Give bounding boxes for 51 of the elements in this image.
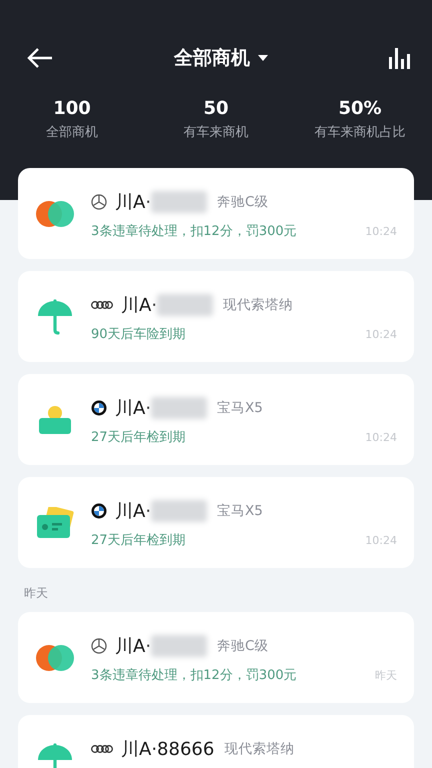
car-model: 奔驰C级	[217, 193, 268, 211]
plate-number: 川A·	[115, 191, 152, 214]
reminder-text: 3条违章待处理，扣12分，罚300元	[91, 223, 297, 240]
opportunity-card[interactable]: 川A· 奔驰C级 3条违章待处理，扣12分，罚300元 10:24	[18, 168, 414, 259]
plate-number: 川A·	[115, 500, 152, 523]
four-rings-icon	[91, 300, 113, 310]
back-button[interactable]	[26, 46, 54, 70]
stat-label: 全部商机	[46, 124, 98, 141]
title-dropdown[interactable]: 全部商机	[174, 45, 268, 71]
stat-value: 50	[203, 98, 229, 119]
opportunity-card[interactable]: 川A· 奔驰C级 3条违章待处理，扣12分，罚300元 昨天	[18, 612, 414, 703]
opportunity-card[interactable]: 川A· 宝马X5 27天后年检到期 10:24	[18, 477, 414, 568]
timestamp: 10:24	[365, 430, 397, 444]
plate-number: 川A·	[121, 294, 158, 317]
roundel-icon	[91, 503, 107, 519]
stamp-icon	[38, 404, 72, 434]
bar-chart-icon	[388, 47, 410, 69]
reminder-text: 27天后年检到期	[91, 429, 186, 446]
stat-value: 50%	[338, 98, 382, 119]
stat-value: 100	[53, 98, 91, 119]
timestamp: 10:24	[365, 534, 397, 546]
car-model: 宝马X5	[217, 502, 263, 520]
umbrella-icon	[36, 298, 72, 334]
id-card-icon	[36, 506, 74, 538]
opportunity-card[interactable]: 川A· 宝马X5 27天后年检到期 10:24	[18, 374, 414, 465]
stat-label: 有车来商机	[184, 124, 248, 141]
plate-number: 川A·	[115, 397, 152, 420]
roundel-icon	[91, 400, 107, 416]
timestamp: 10:24	[365, 224, 397, 238]
reminder-text: 3条违章待处理，扣12分，罚300元	[91, 667, 297, 684]
timestamp: 10:24	[365, 328, 397, 340]
section-label: 昨天	[24, 586, 48, 600]
car-model: 现代索塔纳	[223, 296, 294, 314]
overlapping-circles-icon	[36, 200, 74, 226]
plate-number: 川A·	[115, 635, 152, 658]
caret-icon	[258, 55, 268, 61]
opportunity-card[interactable]: 川A· 现代索塔纳 90天后车险到期 10:24	[18, 271, 414, 362]
four-rings-icon	[91, 744, 113, 754]
opportunity-card[interactable]: 川A·88666 现代索塔纳	[18, 715, 414, 768]
plate-number: 川A·88666	[121, 738, 214, 761]
car-model: 现代索塔纳	[224, 740, 294, 758]
timestamp: 昨天	[375, 668, 397, 682]
car-model: 宝马X5	[217, 399, 263, 417]
reminder-text: 90天后车险到期	[91, 326, 186, 343]
back-arrow-icon	[26, 46, 54, 70]
umbrella-icon	[36, 742, 72, 768]
car-model: 奔驰C级	[217, 637, 268, 655]
stat-label: 有车来商机占比	[314, 124, 406, 141]
chart-button[interactable]	[388, 47, 410, 69]
overlapping-circles-icon	[36, 644, 74, 670]
reminder-text: 27天后年检到期	[91, 532, 186, 549]
